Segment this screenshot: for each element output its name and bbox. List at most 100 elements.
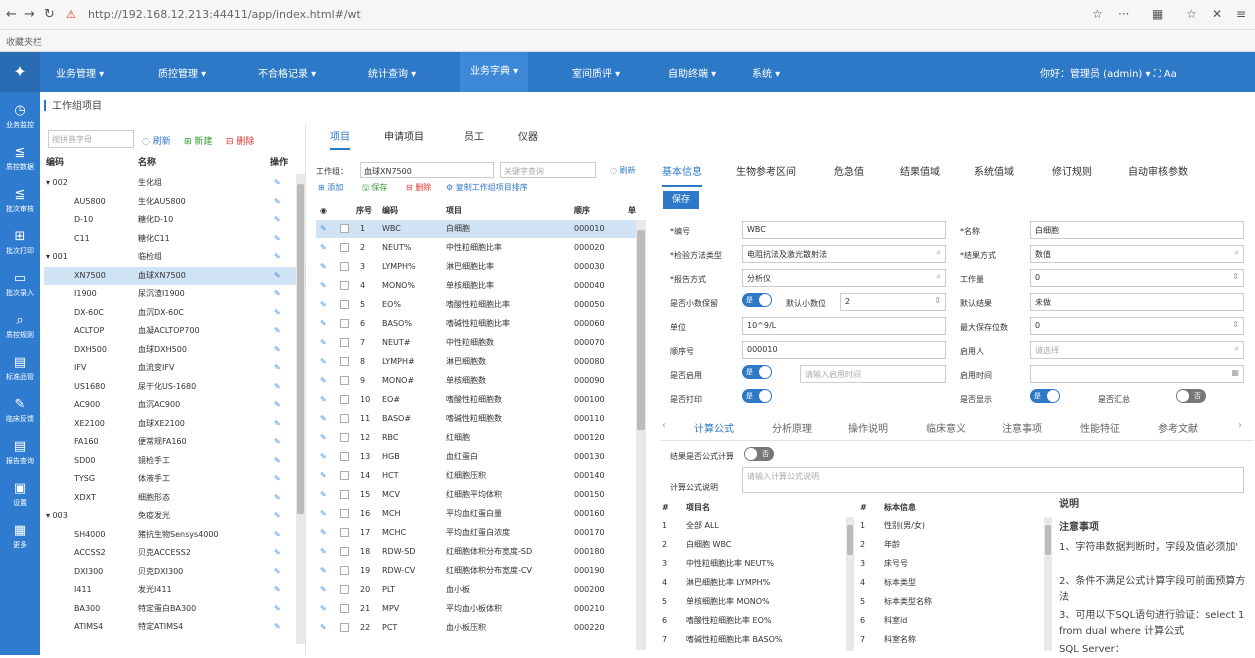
- tree-row[interactable]: IFV 血流变IFV ✎: [44, 359, 306, 377]
- tree-row[interactable]: DXH500 血球DXH500 ✎: [44, 341, 306, 359]
- edit-icon[interactable]: ✎: [320, 258, 327, 276]
- menu-business[interactable]: 业务管理 ▾: [56, 65, 104, 80]
- tab-result-range[interactable]: 结果值域: [900, 163, 940, 178]
- side-item-2[interactable]: ≦ 批次审核: [0, 182, 40, 222]
- tree-row[interactable]: DXI300 贝克DXI300 ✎: [44, 563, 306, 581]
- formula-textarea[interactable]: 请输入计算公式说明: [742, 467, 1244, 493]
- mid-search-input[interactable]: 关键字查询: [500, 162, 596, 178]
- enable-time-input[interactable]: 请输入启用时间: [800, 365, 946, 383]
- remove-button[interactable]: ⊟ 删除: [406, 182, 431, 193]
- tree-row[interactable]: ▾ 003 免疫发光 ✎: [44, 507, 306, 525]
- tree-row[interactable]: XN7500 血球XN7500 ✎: [44, 266, 306, 285]
- subtab-operation[interactable]: 操作说明: [848, 420, 888, 435]
- tab-instrument[interactable]: 仪器: [518, 128, 538, 143]
- edit-icon[interactable]: ✎: [274, 341, 281, 359]
- edit-icon[interactable]: ✎: [274, 581, 281, 599]
- edit-icon[interactable]: ✎: [320, 353, 327, 371]
- group-select[interactable]: 血球XN7500: [360, 162, 494, 178]
- back-icon[interactable]: ←: [6, 7, 17, 22]
- mode-select[interactable]: 数值 ⌕: [1030, 245, 1244, 263]
- name-input[interactable]: 白细胞: [1030, 221, 1244, 239]
- side-item-5[interactable]: ⌕ 质控规则: [0, 308, 40, 348]
- edit-icon[interactable]: ✎: [274, 433, 281, 451]
- save-button[interactable]: 🖫 保存: [362, 182, 387, 196]
- row-checkbox[interactable]: [340, 547, 349, 556]
- tree-scrollbar[interactable]: [296, 174, 305, 644]
- delete-button[interactable]: ⊟ 删除: [226, 134, 254, 147]
- edit-icon[interactable]: ✎: [320, 581, 327, 599]
- edit-icon[interactable]: ✎: [274, 544, 281, 562]
- edit-icon[interactable]: ✎: [320, 372, 327, 390]
- edit-icon[interactable]: ✎: [320, 429, 327, 447]
- side-item-6[interactable]: ▤ 标准品管: [0, 350, 40, 390]
- item-row[interactable]: ✎ 22 PCT 血小板压积 000220: [316, 619, 638, 637]
- favorite-icon[interactable]: ☆: [1186, 7, 1197, 21]
- row-checkbox[interactable]: [340, 623, 349, 632]
- edit-icon[interactable]: ✎: [320, 277, 327, 295]
- edit-icon[interactable]: ✎: [274, 248, 281, 266]
- edit-icon[interactable]: ✎: [320, 505, 327, 523]
- item-row[interactable]: ✎ 18 RDW-SD 红细胞体积分布宽度-SD 000180: [316, 543, 638, 561]
- subtab-prev-icon[interactable]: ‹: [662, 420, 666, 431]
- tree-row[interactable]: ▾ 001 临检组 ✎: [44, 248, 306, 266]
- row-checkbox[interactable]: [340, 262, 349, 271]
- print-toggle[interactable]: 是: [742, 389, 772, 403]
- edit-icon[interactable]: ✎: [274, 193, 281, 211]
- edit-icon[interactable]: ✎: [274, 267, 281, 285]
- detail-save-button[interactable]: 保存: [663, 191, 699, 209]
- tree-row[interactable]: ACCSS2 贝克ACCESS2 ✎: [44, 544, 306, 562]
- url-field[interactable]: http://192.168.12.213:44411/app/index.ht…: [88, 8, 361, 21]
- edit-icon[interactable]: ✎: [320, 619, 327, 637]
- edit-icon[interactable]: ✎: [274, 507, 281, 525]
- row-checkbox[interactable]: [340, 376, 349, 385]
- row-checkbox[interactable]: [340, 319, 349, 328]
- item-row[interactable]: ✎ 5 EO% 嗜酸性粒细胞比率 000050: [316, 296, 638, 314]
- side-item-1[interactable]: ≦ 质控数据: [0, 140, 40, 180]
- edit-icon[interactable]: ✎: [274, 378, 281, 396]
- subtab-clinical[interactable]: 临床意义: [926, 420, 966, 435]
- edit-icon[interactable]: ✎: [320, 315, 327, 333]
- more-icon[interactable]: ···: [1118, 7, 1129, 21]
- item-row[interactable]: ✎ 21 MPV 平均血小板体积 000210: [316, 600, 638, 618]
- edit-icon[interactable]: ✎: [320, 600, 327, 618]
- tab-basic[interactable]: 基本信息: [662, 163, 702, 187]
- row-checkbox[interactable]: [340, 604, 349, 613]
- edit-icon[interactable]: ✎: [274, 563, 281, 581]
- item-row[interactable]: ✎ 20 PLT 血小板 000200: [316, 581, 638, 599]
- user-info[interactable]: 你好：管理员 (admin) ▾ ⛶ Aa: [1040, 65, 1177, 80]
- edit-icon[interactable]: ✎: [274, 230, 281, 248]
- edit-icon[interactable]: ✎: [274, 304, 281, 322]
- edit-icon[interactable]: ✎: [320, 467, 327, 485]
- menu-icon[interactable]: ≡: [1236, 7, 1246, 21]
- subtab-notes[interactable]: 注意事项: [1002, 420, 1042, 435]
- star-icon[interactable]: ☆: [1092, 7, 1103, 21]
- edit-icon[interactable]: ✎: [320, 562, 327, 580]
- edit-icon[interactable]: ✎: [320, 486, 327, 504]
- item-row[interactable]: ✎ 8 LYMPH# 淋巴细胞数 000080: [316, 353, 638, 371]
- tree-row[interactable]: FA160 便常规FA160 ✎: [44, 433, 306, 451]
- row-checkbox[interactable]: [340, 509, 349, 518]
- item-row[interactable]: ✎ 17 MCHC 平均血红蛋白浓度 000170: [316, 524, 638, 542]
- forward-icon[interactable]: →: [24, 7, 35, 22]
- tree-row[interactable]: AU5800 生化AU5800 ✎: [44, 193, 306, 211]
- edit-icon[interactable]: ✎: [274, 359, 281, 377]
- close-icon[interactable]: ✕: [1212, 7, 1222, 21]
- tab-revision[interactable]: 修订规则: [1052, 163, 1092, 178]
- item-row[interactable]: ✎ 10 EO# 嗜酸性粒细胞数 000100: [316, 391, 638, 409]
- tab-auto-audit[interactable]: 自动审核参数: [1128, 163, 1188, 178]
- menu-unqualified[interactable]: 不合格记录 ▾: [258, 65, 316, 80]
- subtab-next-icon[interactable]: ›: [1238, 420, 1242, 431]
- tree-row[interactable]: AC900 血沉AC900 ✎: [44, 396, 306, 414]
- tree-row[interactable]: ATIMS4 特定ATIMS4 ✎: [44, 618, 306, 636]
- tree-row[interactable]: XE2100 血球XE2100 ✎: [44, 415, 306, 433]
- subtab-principle[interactable]: 分析原理: [772, 420, 812, 435]
- reload-icon[interactable]: ↻: [44, 7, 55, 22]
- side-item-10[interactable]: ▦ 更多: [0, 518, 40, 558]
- decimal-count-input[interactable]: 2 ⇕: [840, 293, 946, 311]
- item-row[interactable]: ✎ 6 BASO% 嗜碱性粒细胞比率 000060: [316, 315, 638, 333]
- grid-icon[interactable]: ▦: [1152, 7, 1163, 21]
- calc-toggle[interactable]: 否: [744, 447, 774, 461]
- edit-icon[interactable]: ✎: [274, 452, 281, 470]
- add-button[interactable]: ⊞ 添加: [318, 182, 343, 193]
- subtab-reference[interactable]: 参考文献: [1158, 420, 1198, 435]
